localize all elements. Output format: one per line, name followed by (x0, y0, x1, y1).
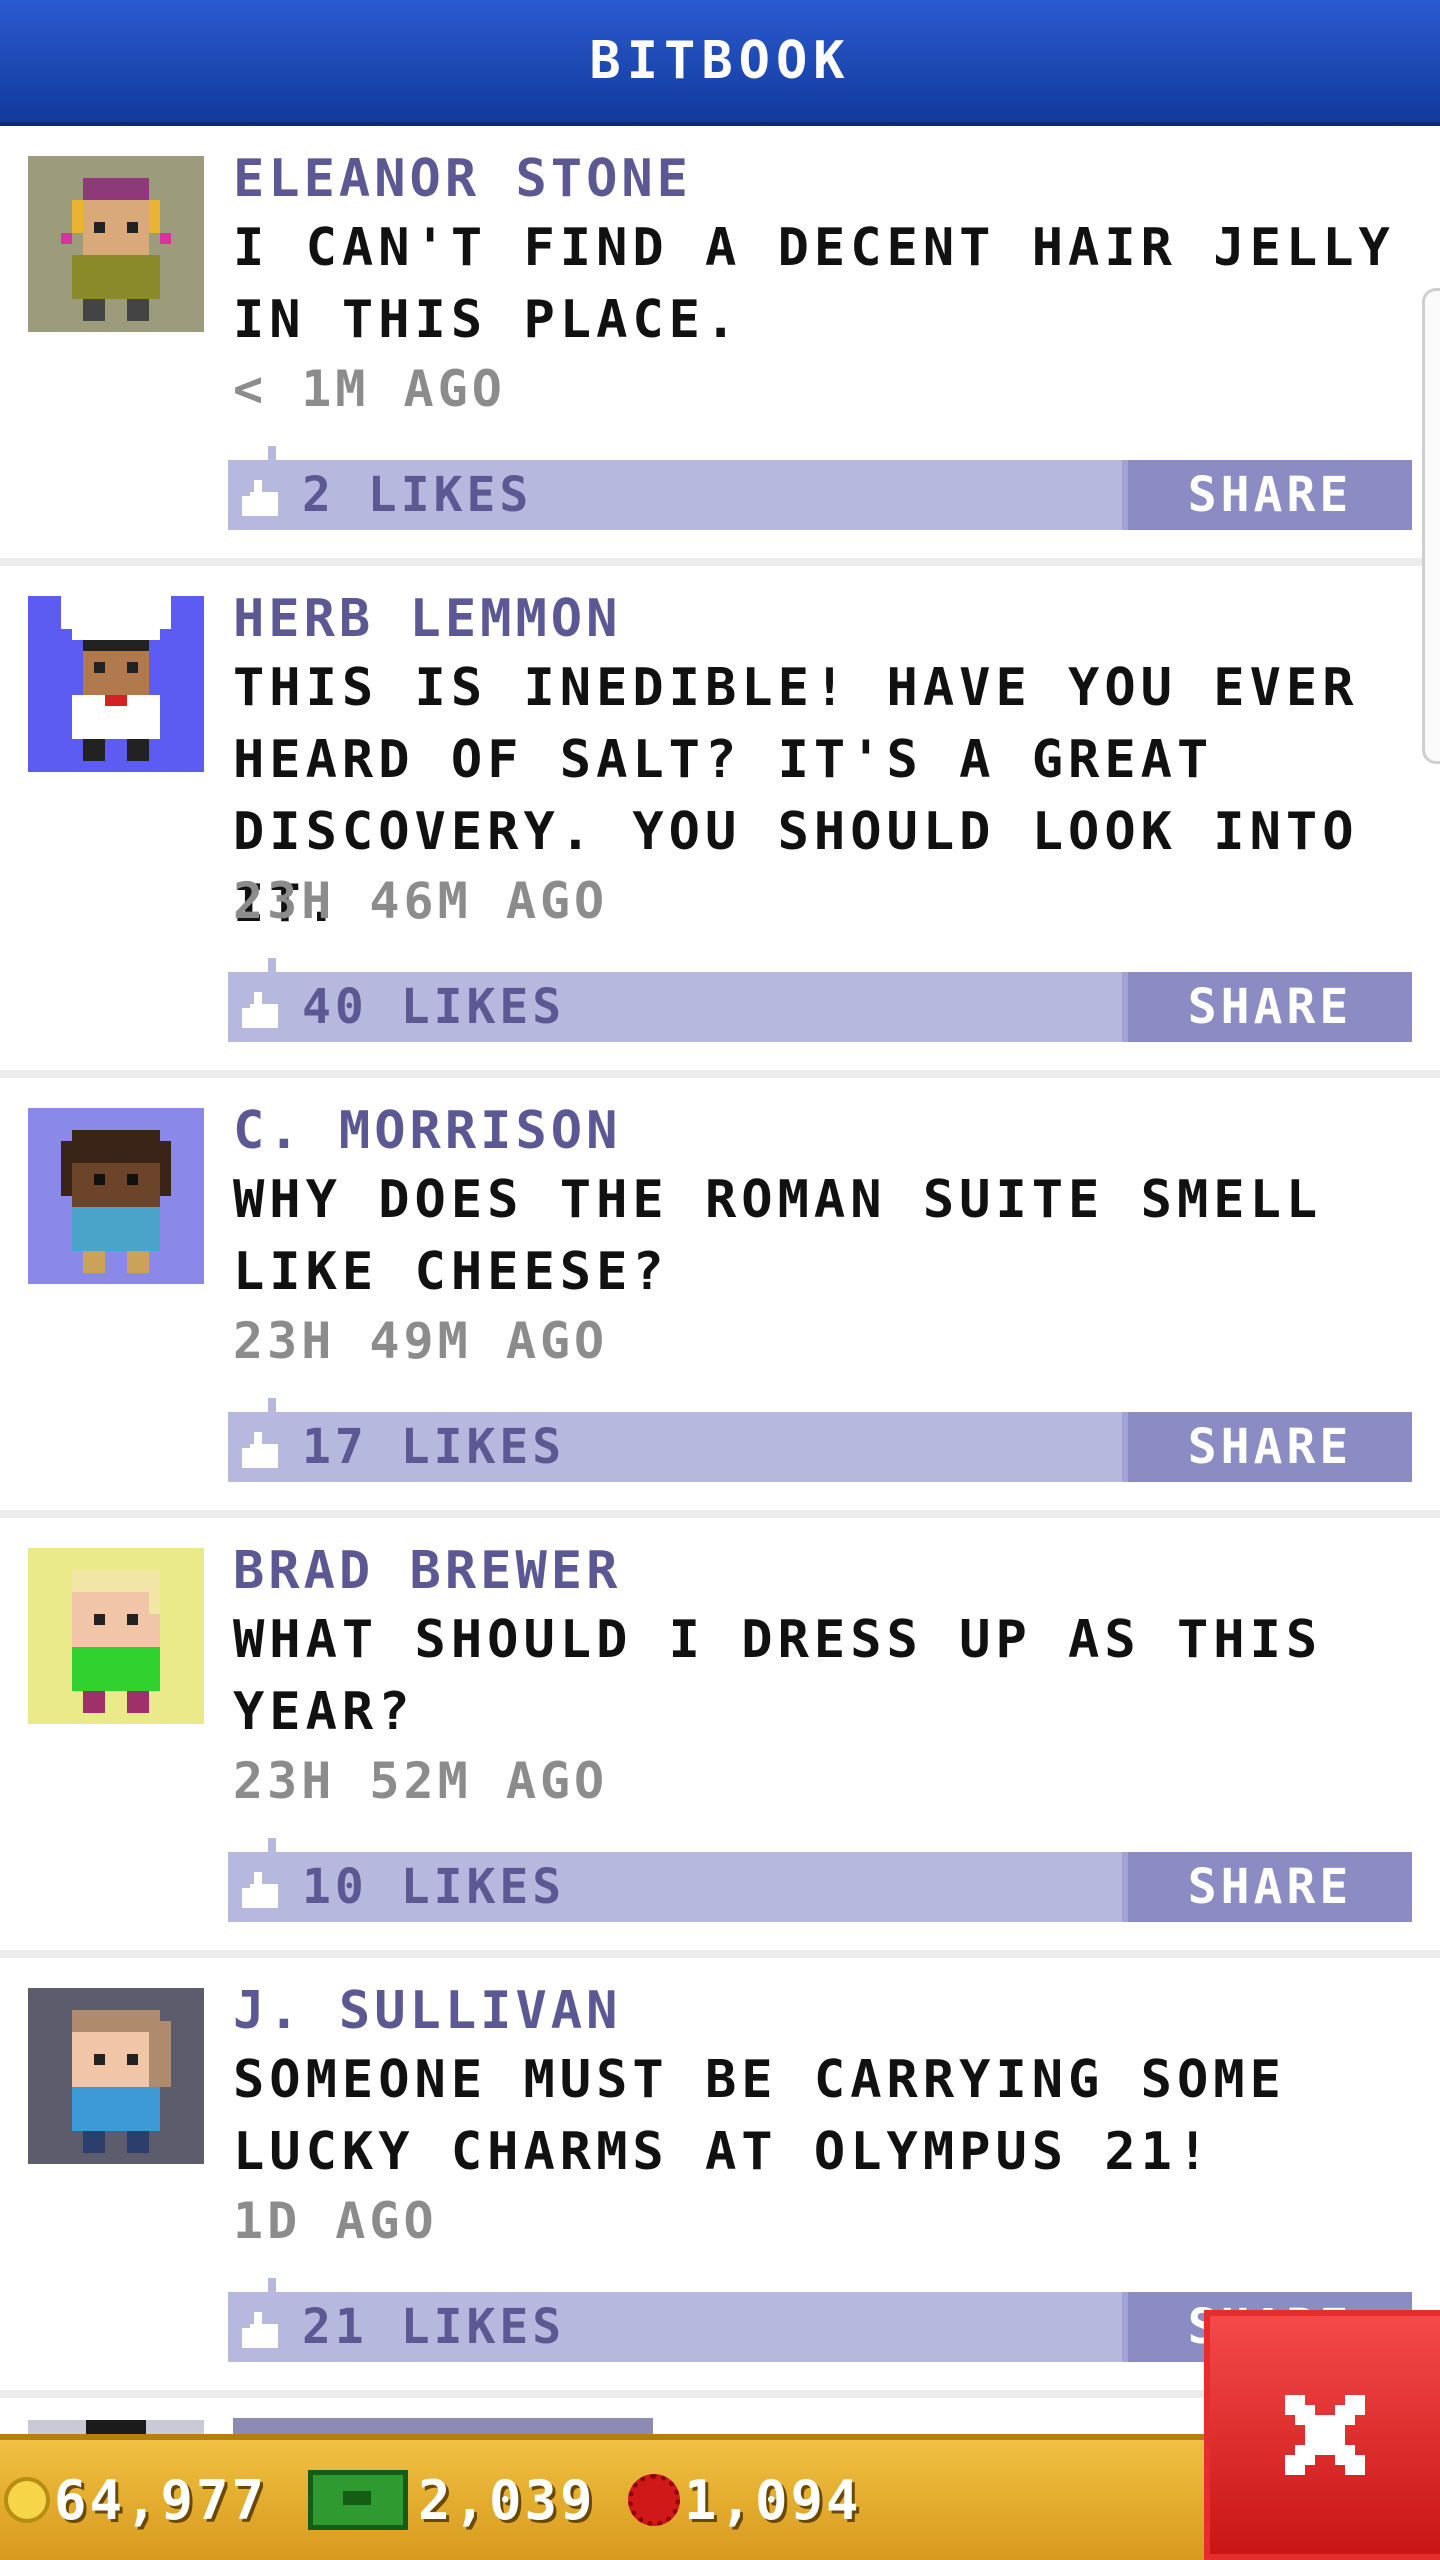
likes-count: 17 LIKES (302, 1419, 566, 1475)
like-bar-notch (268, 1838, 276, 1852)
avatar[interactable] (28, 1108, 204, 1284)
feed[interactable]: ELEANOR STONE I CAN'T FIND A DECENT HAIR… (0, 126, 1440, 2426)
app-header: BITBOOK (0, 0, 1440, 126)
likes-count: 40 LIKES (302, 979, 566, 1035)
thumb-up-icon[interactable] (242, 2312, 282, 2348)
post-text: SOMEONE MUST BE CARRYING SOME LUCKY CHAR… (233, 2050, 1286, 2182)
likes-count: 10 LIKES (302, 1859, 566, 1915)
coins-counter: 64,977 (4, 2440, 267, 2560)
avatar[interactable] (28, 596, 204, 772)
post-time: < 1M AGO (233, 360, 506, 418)
post-time: 23H 52M AGO (233, 1752, 609, 1810)
gems-value: 1,094 (684, 2468, 862, 2532)
coin-icon (4, 2477, 50, 2523)
post: HERB LEMMON THIS IS INEDIBLE! HAVE YOU E… (0, 566, 1440, 1078)
post-text: I CAN'T FIND A DECENT HAIR JELLY IN THIS… (233, 218, 1395, 350)
share-button[interactable]: SHARE (1122, 1852, 1412, 1922)
gems-counter: 1,094 (628, 2440, 862, 2560)
post-author[interactable]: HERB LEMMON (233, 586, 621, 652)
share-button[interactable]: SHARE (1122, 460, 1412, 530)
like-bar: 40 LIKES SHARE (228, 958, 1412, 1042)
post-text: WHY DOES THE ROMAN SUITE SMELL LIKE CHEE… (233, 1170, 1323, 1302)
post-text: WHAT SHOULD I DRESS UP AS THIS YEAR? (233, 1610, 1323, 1742)
like-bar-notch (268, 2278, 276, 2292)
like-bar-notch (268, 958, 276, 972)
post-author[interactable]: BRAD BREWER (233, 1538, 621, 1604)
gem-icon (628, 2474, 680, 2526)
post-author[interactable]: J. SULLIVAN (233, 1978, 621, 2044)
like-bar: 17 LIKES SHARE (228, 1398, 1412, 1482)
post-time: 1D AGO (233, 2192, 438, 2250)
thumb-up-icon[interactable] (242, 480, 282, 516)
app-title: BITBOOK (589, 31, 851, 91)
close-icon (1275, 2385, 1375, 2485)
likes-count: 21 LIKES (302, 2299, 566, 2355)
bux-counter: 2,039 (308, 2440, 596, 2560)
cash-icon (308, 2470, 408, 2530)
share-button[interactable]: SHARE (1122, 972, 1412, 1042)
post-author[interactable]: ELEANOR STONE (233, 146, 692, 212)
close-button[interactable] (1204, 2310, 1440, 2560)
coins-value: 64,977 (54, 2468, 268, 2532)
post-time: 23H 46M AGO (233, 872, 609, 930)
avatar[interactable] (28, 1548, 204, 1724)
avatar[interactable] (28, 1988, 204, 2164)
like-bar: 2 LIKES SHARE (228, 446, 1412, 530)
post-author[interactable]: C. MORRISON (233, 1098, 621, 1164)
share-button[interactable]: SHARE (1122, 1412, 1412, 1482)
like-bar-notch (268, 1398, 276, 1412)
post-author-cutoff (233, 2418, 653, 2434)
thumb-up-icon[interactable] (242, 992, 282, 1028)
likes-count: 2 LIKES (302, 467, 533, 523)
avatar[interactable] (28, 156, 204, 332)
post: BRAD BREWER WHAT SHOULD I DRESS UP AS TH… (0, 1518, 1440, 1958)
like-bar-notch (268, 446, 276, 460)
scrollbar-handle[interactable] (1422, 288, 1440, 764)
thumb-up-icon[interactable] (242, 1872, 282, 1908)
post-time: 23H 49M AGO (233, 1312, 609, 1370)
post: C. MORRISON WHY DOES THE ROMAN SUITE SME… (0, 1078, 1440, 1518)
like-bar: 10 LIKES SHARE (228, 1838, 1412, 1922)
thumb-up-icon[interactable] (242, 1432, 282, 1468)
bux-value: 2,039 (418, 2468, 596, 2532)
post: ELEANOR STONE I CAN'T FIND A DECENT HAIR… (0, 126, 1440, 566)
